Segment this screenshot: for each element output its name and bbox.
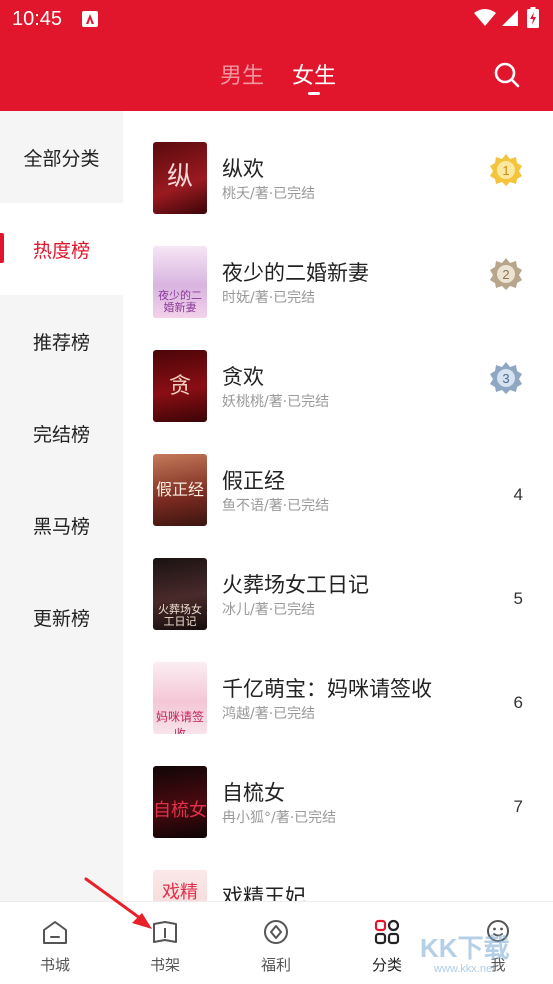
- book-title: 假正经: [222, 469, 285, 493]
- search-icon[interactable]: [492, 60, 522, 90]
- book-author-status: 时妩/著·已完结: [222, 290, 316, 306]
- book-row[interactable]: 自梳女 自梳女 冉小狐°/著·已完结 7: [123, 735, 553, 839]
- book-title: 纵欢: [222, 157, 264, 181]
- tab-male[interactable]: 男生: [220, 58, 264, 90]
- book-author-status: 鸿越/著·已完结: [222, 706, 316, 722]
- sidebar-item-updated[interactable]: 更新榜: [0, 571, 123, 663]
- book-row[interactable]: 贪 贪欢 妖桃桃/著·已完结 3: [123, 319, 553, 423]
- gold-medal-icon: 1: [490, 154, 522, 186]
- signal-icon: [502, 10, 518, 26]
- book-cover: 贪: [153, 350, 207, 422]
- book-author-status: 冉小狐°/著·已完结: [222, 810, 337, 826]
- status-time: 10:45: [12, 8, 63, 30]
- battery-charging-icon: [527, 7, 539, 28]
- gender-tabs: 男生 女生: [0, 56, 553, 96]
- book-author-status: 冰儿/著·已完结: [222, 602, 316, 618]
- rank-number: 5: [513, 589, 523, 608]
- rank-number: 7: [513, 797, 523, 816]
- sidebar-item-label: 全部分类: [23, 147, 100, 170]
- book-title: 戏精王妃: [222, 885, 306, 901]
- sidebar-item-label: 推荐榜: [32, 331, 90, 354]
- active-tab-indicator: [308, 92, 320, 95]
- sidebar-item-completed[interactable]: 完结榜: [0, 387, 123, 479]
- ranking-sidebar: 全部分类 热度榜 推荐榜 完结榜 黑马榜 更新榜: [0, 111, 123, 901]
- book-row[interactable]: 纵 纵欢 桃夭/著·已完结 1: [123, 111, 553, 215]
- sidebar-item-label: 热度榜: [32, 239, 90, 262]
- cover-title: 假正经: [155, 480, 204, 499]
- book-ranking-list: 纵 纵欢 桃夭/著·已完结 1 夜少的二婚新妻 夜少的二婚新妻 时妩/著·已完结…: [123, 111, 553, 901]
- gift-icon: [264, 920, 288, 944]
- svg-text:1: 1: [502, 163, 509, 178]
- bronze-medal-icon: 3: [490, 362, 522, 394]
- book-title: 千亿萌宝：妈咪请签收: [222, 677, 432, 701]
- cover-title: 贪: [168, 374, 191, 399]
- tab-female[interactable]: 女生: [292, 58, 336, 90]
- svg-text:3: 3: [502, 371, 509, 386]
- nav-label: 书架: [149, 956, 180, 974]
- sidebar-item-label: 更新榜: [32, 607, 90, 630]
- svg-text:2: 2: [502, 267, 509, 282]
- wifi-icon: [474, 9, 496, 26]
- watermark-url: www.kkx.net: [434, 963, 496, 975]
- sidebar-item-all-categories[interactable]: 全部分类: [0, 111, 123, 203]
- cover-title: 自梳女: [153, 800, 207, 821]
- book-cover: 妈咪请签收: [153, 662, 207, 734]
- book-cover: 自梳女: [153, 766, 207, 838]
- book-title: 自梳女: [222, 781, 285, 805]
- cover-title: 火葬场女工日记: [158, 603, 202, 628]
- book-author-status: 鱼不语/著·已完结: [222, 498, 330, 514]
- book-cover: 纵: [153, 142, 207, 214]
- cover-title: 戏精: [162, 882, 198, 901]
- book-row[interactable]: 假正经 假正经 鱼不语/著·已完结 4: [123, 423, 553, 527]
- book-row[interactable]: 火葬场女工日记 火葬场女工日记 冰儿/著·已完结 5: [123, 527, 553, 631]
- book-row[interactable]: 妈咪请签收 千亿萌宝：妈咪请签收 鸿越/著·已完结 6: [123, 631, 553, 735]
- sidebar-item-label: 完结榜: [32, 423, 90, 446]
- book-cover: 夜少的二婚新妻: [153, 246, 207, 318]
- nav-welfare[interactable]: 福利: [221, 902, 331, 984]
- nav-label: 福利: [260, 956, 291, 974]
- notification-app-icon: [82, 11, 98, 27]
- book-cover: 火葬场女工日记: [153, 558, 207, 630]
- book-row[interactable]: 戏精 戏精王妃 8: [123, 839, 553, 901]
- sidebar-item-label: 黑马榜: [32, 515, 90, 538]
- book-title: 夜少的二婚新妻: [222, 261, 369, 285]
- book-author-status: 妖桃桃/著·已完结: [222, 394, 330, 410]
- cover-title: 夜少的二婚新妻: [158, 289, 202, 314]
- status-bar: 10:45: [0, 0, 553, 38]
- sidebar-item-hot[interactable]: 热度榜: [0, 203, 123, 295]
- silver-medal-icon: 2: [490, 258, 522, 290]
- cover-title: 纵: [166, 162, 193, 192]
- home-icon: [43, 921, 67, 944]
- book-author-status: 桃夭/著·已完结: [222, 186, 316, 202]
- sidebar-item-recommended[interactable]: 推荐榜: [0, 295, 123, 387]
- sidebar-item-dark-horse[interactable]: 黑马榜: [0, 479, 123, 571]
- book-title: 火葬场女工日记: [222, 573, 369, 597]
- book-cover: 假正经: [153, 454, 207, 526]
- book-cover: 戏精: [153, 870, 207, 901]
- grid-icon: [374, 919, 400, 945]
- rank-number: 4: [513, 485, 523, 504]
- watermark-logo: KK下载: [420, 933, 510, 963]
- book-row[interactable]: 夜少的二婚新妻 夜少的二婚新妻 时妩/著·已完结 2: [123, 215, 553, 319]
- book-title: 贪欢: [222, 365, 264, 389]
- rank-number: 6: [513, 693, 523, 712]
- app-header: 10:45 男生 女生: [0, 0, 553, 111]
- red-arrow-annotation: [84, 877, 152, 929]
- nav-label: 书城: [39, 956, 70, 974]
- cover-title: 妈咪请签收: [155, 710, 204, 734]
